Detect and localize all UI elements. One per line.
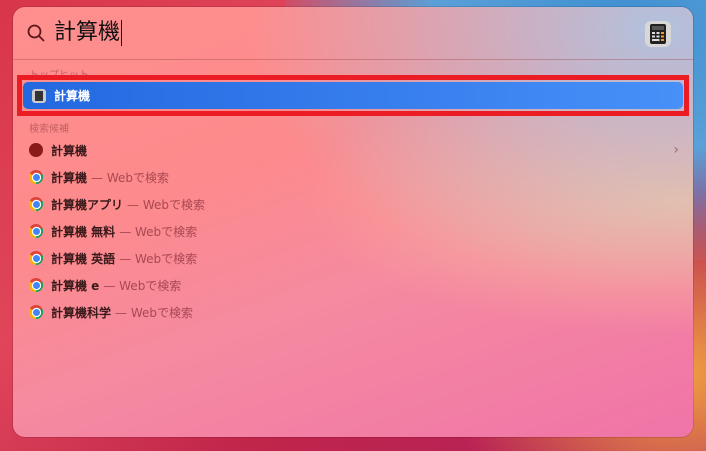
suggestion-suffix: — Webで検索 (103, 278, 182, 293)
spotlight-window: 計算機 トップヒット 計算機 検索候補 計算機 › 計算機 — Webで検索 計算機… (13, 7, 693, 437)
suggestion-label: 計算機 (51, 143, 88, 158)
chrome-icon (29, 224, 43, 238)
search-icon (29, 143, 43, 157)
divider (13, 59, 693, 60)
chevron-right-icon: › (673, 142, 679, 158)
suggestion-item[interactable]: 計算機アプリ — Webで検索 (29, 194, 679, 214)
chrome-icon (29, 251, 43, 265)
suggestion-item[interactable]: 計算機科学 — Webで検索 (29, 302, 679, 322)
suggestion-suffix: — Webで検索 (91, 170, 169, 185)
suggestion-item[interactable]: 計算機 無料 — Webで検索 (29, 221, 679, 241)
section-suggestions: 検索候補 (29, 124, 69, 135)
chrome-icon (29, 170, 43, 184)
text-caret (121, 20, 123, 46)
suggestion-label: 計算機 (51, 170, 88, 185)
suggestion-suffix: — Webで検索 (119, 251, 198, 266)
search-bar[interactable]: 計算機 (13, 7, 693, 59)
chrome-icon (29, 197, 43, 211)
chrome-icon (29, 305, 43, 319)
suggestion-suffix: — Webで検索 (119, 224, 198, 239)
search-input[interactable]: 計算機 (54, 19, 123, 47)
annotation-highlight-box (17, 75, 689, 116)
search-icon (27, 24, 45, 42)
suggestion-label: 計算機科学 (51, 305, 112, 320)
suggestion-item[interactable]: 計算機 › (29, 140, 679, 160)
suggestion-label: 計算機 無料 (51, 224, 116, 239)
suggestion-item[interactable]: 計算機 — Webで検索 (29, 167, 679, 187)
suggestion-label: 計算機 英語 (51, 251, 116, 266)
chrome-icon (29, 278, 43, 292)
suggestion-suffix: — Webで検索 (115, 305, 193, 320)
suggestion-item[interactable]: 計算機 英語 — Webで検索 (29, 248, 679, 268)
calculator-app-icon (645, 21, 671, 47)
suggestion-suffix: — Webで検索 (127, 197, 205, 212)
suggestion-label: 計算機アプリ (51, 197, 124, 212)
suggestion-item[interactable]: 計算機 e — Webで検索 (29, 275, 679, 295)
suggestion-label: 計算機 e (51, 278, 100, 293)
